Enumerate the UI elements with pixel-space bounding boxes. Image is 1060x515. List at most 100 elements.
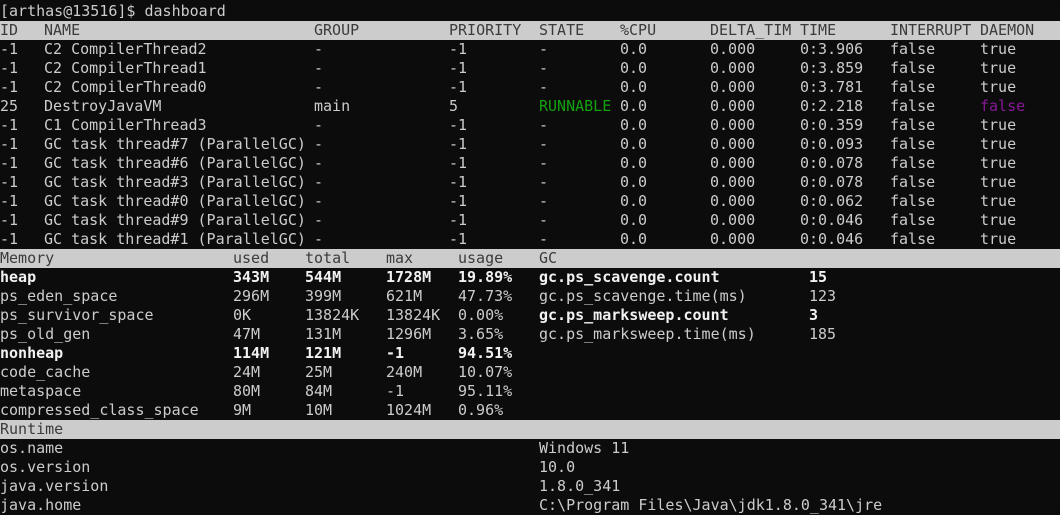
thread-priority-cell: -1 [449, 211, 468, 229]
thread-time-cell: 0:3.906 [800, 40, 864, 58]
memory-usage-cell: 19.89% [458, 268, 513, 286]
memory-used-cell: 24M [233, 363, 261, 381]
thread-interrupt-cell: false [890, 97, 936, 115]
thread-daemon-cell: true [980, 40, 1017, 58]
memory-memory-cell: compressed_class_space [0, 401, 199, 419]
thread-group-cell: - [314, 192, 324, 210]
memory-used-cell: 343M [233, 268, 270, 286]
runtime-property-name: os.name [0, 439, 64, 457]
thread-time-cell: 0:0.078 [800, 173, 864, 191]
thread-group-cell: - [314, 154, 324, 172]
runtime-property-name: os.version [0, 458, 91, 476]
gc-metric-value: 15 [809, 268, 828, 286]
memory-used-cell: 47M [233, 325, 261, 343]
runtime-row: java.version 1.8.0_341 [0, 477, 1060, 496]
thread-row: -1 GC task thread#1 (ParallelGC) - -1-0.0 0.… [0, 230, 1060, 249]
thread-priority-cell: -1 [449, 192, 468, 210]
thread-id-cell: -1 [0, 173, 19, 191]
thread-row: -1 GC task thread#3 (ParallelGC) - -1-0.0 0.… [0, 173, 1060, 192]
memory-row: nonheap 114M 121M -1 94.51% [0, 344, 1060, 363]
thread-header-id: ID [0, 21, 19, 39]
memory-table-header: Memory used total max usage GC [0, 249, 1060, 268]
runtime-header: Runtime [0, 420, 64, 438]
thread-state-cell: - [539, 116, 549, 134]
thread-state-cell: - [539, 173, 549, 191]
thread-state-cell: - [539, 230, 549, 248]
memory-max-cell: 1728M [386, 268, 432, 286]
thread-header-cpu: %CPU [620, 21, 657, 39]
thread-priority-cell: -1 [449, 173, 468, 191]
memory-row: heap 343M 544M 1728M 19.89% gc.ps_scavenge.co… [0, 268, 1060, 287]
gc-metric-name: gc.ps_scavenge.count [539, 268, 720, 286]
memory-row: code_cache 24M 25M 240M 10.07% [0, 363, 1060, 382]
memory-max-cell: -1 [386, 344, 405, 362]
thread-time-cell: 0:2.218 [800, 97, 864, 115]
thread-name-cell: C2 CompilerThread2 [44, 40, 207, 58]
runtime-property-value: C:\Program Files\Java\jdk1.8.0_341\jre [539, 496, 883, 514]
terminal-window[interactable]: [arthas@13516]$ dashboard ID NAME GROUP PRI… [0, 0, 1060, 515]
thread-id-cell: -1 [0, 192, 19, 210]
thread-state-cell: - [539, 211, 549, 229]
thread-header-time: TIME [800, 21, 837, 39]
memory-header-gc: GC [539, 249, 558, 267]
memory-memory-cell: code_cache [0, 363, 91, 381]
memory-usage-cell: 0.96% [458, 401, 504, 419]
thread-delta-time-cell: 0.000 [710, 135, 756, 153]
memory-used-cell: 80M [233, 382, 261, 400]
prompt-line: [arthas@13516]$ dashboard [0, 2, 1060, 21]
thread-name-cell: GC task thread#1 (ParallelGC) [44, 230, 306, 248]
runtime-row: os.version 10.0 [0, 458, 1060, 477]
memory-row: ps_survivor_space 0K 13824K 13824K 0.00% gc.p… [0, 306, 1060, 325]
thread-state-cell: RUNNABLE [539, 97, 612, 115]
thread-row: -1 C2 CompilerThread0 - -1 - 0.0 0.000 0:3.781 f… [0, 78, 1060, 97]
memory-row: metaspace 80M 84M -1 95.11% [0, 382, 1060, 401]
thread-name-cell: GC task thread#9 (ParallelGC) [44, 211, 306, 229]
memory-total-cell: 13824K [305, 306, 360, 324]
thread-header-daemon: DAEMON [980, 21, 1035, 39]
thread-interrupt-cell: false [890, 78, 936, 96]
memory-used-cell: 9M [233, 401, 252, 419]
gc-metric-name: gc.ps_marksweep.count [539, 306, 729, 324]
thread-id-cell: -1 [0, 78, 19, 96]
memory-max-cell: 13824K [386, 306, 441, 324]
thread-id-cell: -1 [0, 135, 19, 153]
thread-state-cell: - [539, 192, 549, 210]
memory-usage-cell: 95.11% [458, 382, 513, 400]
memory-memory-cell: nonheap [0, 344, 64, 362]
thread-header-state: STATE [539, 21, 585, 39]
thread-state-cell: - [539, 154, 549, 172]
thread-daemon-cell: true [980, 135, 1017, 153]
memory-max-cell: 1296M [386, 325, 432, 343]
memory-max-cell: 1024M [386, 401, 432, 419]
thread-delta-time-cell: 0.000 [710, 230, 756, 248]
thread-time-cell: 0:3.781 [800, 78, 864, 96]
thread-group-cell: - [314, 230, 324, 248]
memory-row: compressed_class_space 9M 10M 1024M 0.96% [0, 401, 1060, 420]
memory-memory-cell: ps_old_gen [0, 325, 91, 343]
thread-group-cell: - [314, 173, 324, 191]
runtime-row: os.name Windows 11 [0, 439, 1060, 458]
thread-row: -1 C2 CompilerThread2 - -1 - 0.0 0.000 0:3.906 f… [0, 40, 1060, 59]
memory-usage-cell: 47.73% [458, 287, 513, 305]
thread-row: -1 GC task thread#0 (ParallelGC) - -1-0.0 0.… [0, 192, 1060, 211]
runtime-property-value: 1.8.0_341 [539, 477, 621, 495]
thread-daemon-cell: true [980, 78, 1017, 96]
thread-state-cell: - [539, 59, 549, 77]
thread-group-cell: - [314, 211, 324, 229]
thread-name-cell: C1 CompilerThread3 [44, 116, 207, 134]
thread-name-cell: GC task thread#7 (ParallelGC) [44, 135, 306, 153]
thread-name-cell: DestroyJavaVM [44, 97, 162, 115]
thread-id-cell: -1 [0, 230, 19, 248]
gc-metric-value: 3 [809, 306, 819, 324]
thread-daemon-cell: true [980, 230, 1017, 248]
thread-delta-time-cell: 0.000 [710, 211, 756, 229]
thread-cpu-cell: 0.0 [620, 97, 648, 115]
thread-name-cell: C2 CompilerThread1 [44, 59, 207, 77]
thread-cpu-cell: 0.0 [620, 59, 648, 77]
memory-total-cell: 84M [305, 382, 333, 400]
memory-row: ps_old_gen 47M 131M 1296M 3.65% gc.ps_markswe… [0, 325, 1060, 344]
thread-interrupt-cell: false [890, 154, 936, 172]
thread-group-cell: main [314, 97, 351, 115]
thread-daemon-cell: false [980, 97, 1026, 115]
memory-used-cell: 114M [233, 344, 270, 362]
